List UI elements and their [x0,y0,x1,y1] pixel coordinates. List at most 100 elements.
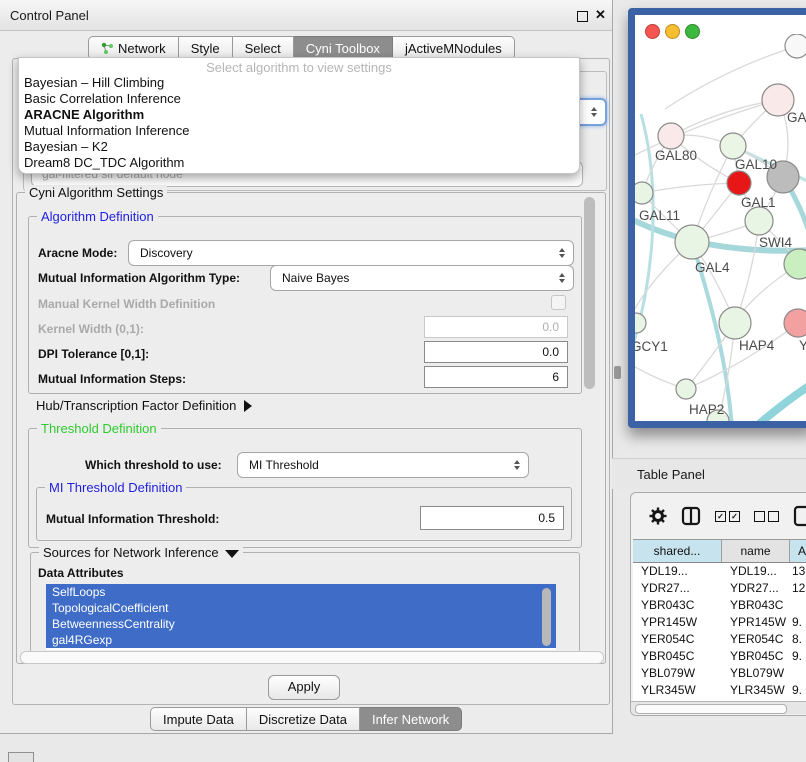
tab-discretize-data[interactable]: Discretize Data [247,707,360,731]
split-columns-icon[interactable] [681,506,701,526]
manual-kernel-checkbox[interactable] [551,295,566,310]
network-node-gal4[interactable] [675,225,709,259]
mi-steps-field[interactable]: 6 [424,366,568,388]
hub-transcription-factor-toggle[interactable]: Hub/Transcription Factor Definition [36,398,252,413]
column-header-name[interactable]: name [722,540,790,562]
table-row[interactable]: YER054CYER054C8. [633,631,806,648]
table-cell[interactable]: 9. [790,682,806,699]
network-node[interactable] [727,171,751,195]
table-cell[interactable]: YLR345W [633,682,722,699]
which-threshold-label: Which threshold to use: [85,458,222,472]
aracne-mode-combo[interactable]: Discovery [128,240,574,266]
which-threshold-value: MI Threshold [249,458,319,472]
data-attribute-item[interactable]: SelfLoops [46,584,556,600]
table-cell[interactable] [790,665,806,682]
control-panel-window: Control Panel ✕ NetworkStyleSelectCyni T… [0,0,613,734]
table-cell[interactable]: 12 [790,580,806,597]
table-cell[interactable]: YER054C [722,631,790,648]
close-icon[interactable]: ✕ [595,7,606,23]
which-threshold-combo[interactable]: MI Threshold [237,452,529,478]
algorithm-option[interactable]: Bayesian – Hill Climbing [22,75,572,91]
algorithm-option[interactable]: ARACNE Algorithm [22,107,572,123]
table-horizontal-scrollbar[interactable] [631,701,806,714]
algorithm-option[interactable]: Basic Correlation Inference [22,91,572,107]
tab-impute-data[interactable]: Impute Data [150,707,247,731]
float-window-icon[interactable] [577,11,588,22]
algorithm-option[interactable]: Dream8 DC_TDC Algorithm [22,155,572,171]
algorithm-option[interactable]: Mutual Information Inference [22,123,572,139]
apply-button[interactable]: Apply [268,675,340,700]
network-edge[interactable] [642,183,739,193]
algorithm-option[interactable]: Bayesian – K2 [22,139,572,155]
network-node-hap2[interactable] [676,379,696,399]
algorithm-dropdown-prompt: Select algorithm to view settings [19,60,579,75]
sources-legend[interactable]: Sources for Network Inference [39,545,243,560]
table-row[interactable]: YBR043CYBR043C [633,597,806,614]
table-cell[interactable]: YER054C [633,631,722,648]
table-row[interactable]: YBR045CYBR045C9. [633,648,806,665]
table-cell[interactable]: YBL079W [633,665,722,682]
column-header-A[interactable]: A [790,540,806,562]
tab-infer-network[interactable]: Infer Network [360,707,462,731]
table-cell[interactable]: YDL19... [722,563,790,580]
table-cell[interactable]: 9. [790,614,806,631]
data-attribute-item[interactable]: BetweennessCentrality [46,616,556,632]
list-vertical-scrollbar[interactable] [542,588,551,646]
network-node-hap4[interactable] [719,307,751,339]
table-cell[interactable]: YBR043C [722,597,790,614]
minimized-window-icon[interactable] [8,752,34,762]
table-cell[interactable]: 9. [790,648,806,665]
table-hscroll-thumb[interactable] [635,704,787,714]
network-node-y[interactable] [784,309,806,337]
table-row[interactable]: YDR27...YDR27...12 [633,580,806,597]
network-node-gal80[interactable] [658,123,684,149]
splitpane-divider-handle[interactable] [614,366,621,379]
data-attribute-item[interactable]: TopologicalCoefficient [46,600,556,616]
table-row[interactable]: YPR145WYPR145W9. [633,614,806,631]
data-attribute-item[interactable]: gal4RGexp [46,632,556,648]
table-cell[interactable]: YBR045C [633,648,722,665]
network-node-gal11[interactable] [635,182,653,204]
gear-icon[interactable] [649,507,667,525]
table-cell[interactable]: 13 [790,563,806,580]
table-cell[interactable]: YLR345W [722,682,790,699]
table-row[interactable]: YDL19...YDL19...13 [633,563,806,580]
network-graph[interactable]: GALGAL80GAL10GAL1GAL11SWI4GAL4GCY1HAP4YH… [635,34,806,421]
table-cell[interactable] [790,597,806,614]
network-tab-icon [101,42,114,55]
manual-kernel-label: Manual Kernel Width Definition [38,297,215,311]
mi-threshold-field[interactable]: 0.5 [420,506,564,530]
mi-type-combo[interactable]: Naive Bayes [270,265,574,291]
network-node[interactable] [785,34,806,58]
node-table: shared...nameA YDL19...YDL19...13YDR27..… [633,539,806,703]
table-cell[interactable]: YDL19... [633,563,722,580]
table-cell[interactable]: YBL079W [722,665,790,682]
kernel-width-field[interactable]: 0.0 [424,316,568,338]
table-body: YDL19...YDL19...13YDR27...YDR27...12YBR0… [633,563,806,703]
column-header-shared[interactable]: shared... [633,540,722,562]
dpi-tolerance-field[interactable]: 0.0 [424,341,568,363]
table-cell[interactable]: YPR145W [633,614,722,631]
settings-horizontal-scrollbar[interactable] [20,651,604,664]
table-cell[interactable]: 8. [790,631,806,648]
table-row[interactable]: YBL079WYBL079W [633,665,806,682]
network-node-gcy1[interactable] [635,313,646,333]
network-node-gal10[interactable] [720,133,746,159]
network-node-gal1[interactable] [745,207,773,235]
tab-label: jActiveMNodules [405,41,502,56]
table-cell[interactable]: YBR043C [633,597,722,614]
aracne-mode-value: Discovery [140,246,193,260]
network-node-label: Y [799,338,806,353]
control-panel-tabs: NetworkStyleSelectCyni ToolboxjActiveMNo… [88,36,515,58]
table-cell[interactable]: YDR27... [633,580,722,597]
select-all-checkboxes-icon[interactable]: ✓✓ [715,511,740,522]
function-builder-icon[interactable] [793,505,806,527]
settings-vertical-scrollbar[interactable] [584,197,595,389]
table-cell[interactable]: YPR145W [722,614,790,631]
network-edge[interactable] [753,382,806,421]
table-cell[interactable]: YDR27... [722,580,790,597]
table-row[interactable]: YLR345WYLR345W9. [633,682,806,699]
tab-label: Select [245,41,281,56]
table-cell[interactable]: YBR045C [722,648,790,665]
deselect-all-checkboxes-icon[interactable] [754,511,779,522]
